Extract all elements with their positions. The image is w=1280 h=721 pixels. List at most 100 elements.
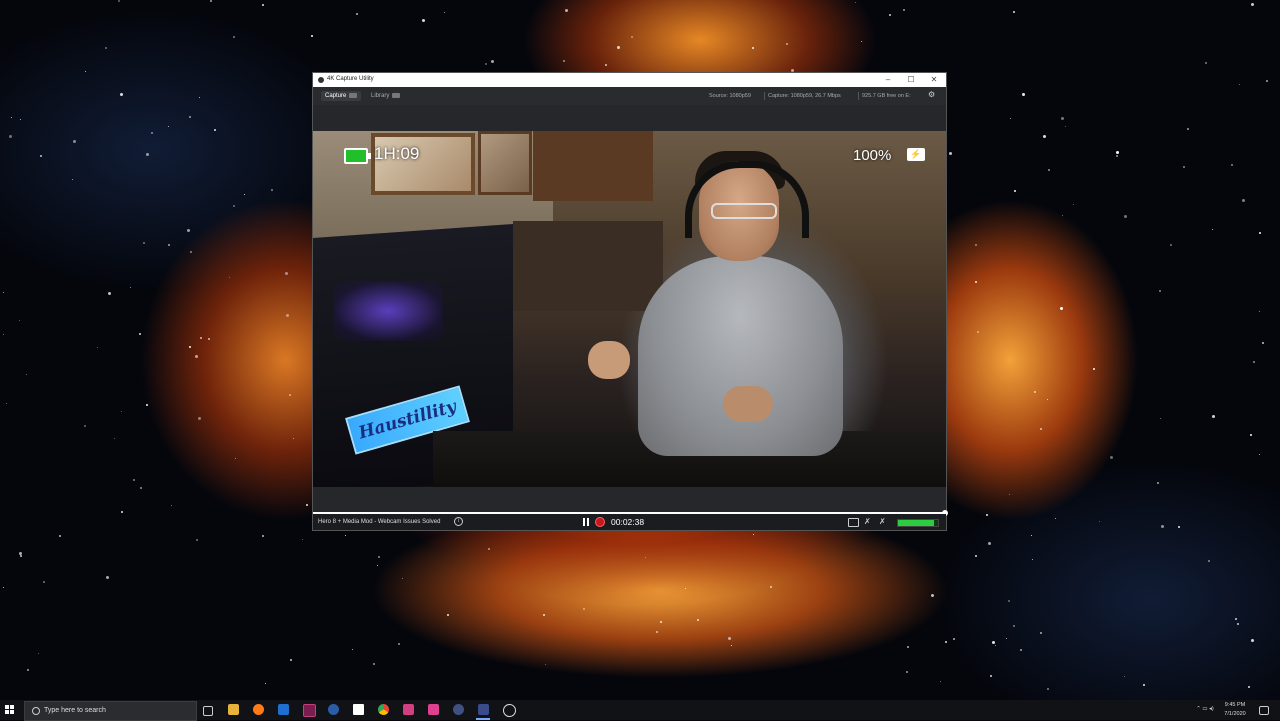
notification-icon[interactable] — [1259, 706, 1269, 715]
star — [9, 135, 12, 138]
star — [1010, 118, 1011, 119]
title-bar[interactable]: 4K Capture Utility – ☐ ✕ — [313, 73, 946, 87]
divider — [858, 92, 859, 100]
file-explorer-icon[interactable] — [228, 704, 239, 715]
kitchen-cabinets — [533, 131, 653, 201]
task-view-icon[interactable] — [203, 706, 213, 716]
epic-games-icon[interactable] — [403, 704, 414, 715]
star — [293, 438, 294, 439]
star — [903, 9, 905, 11]
star — [945, 641, 947, 643]
steam-icon[interactable] — [328, 704, 339, 715]
audio-mute-icon[interactable]: ✗ — [879, 517, 888, 526]
star — [106, 576, 109, 579]
record-button[interactable] — [595, 517, 605, 527]
star — [728, 637, 731, 640]
star — [143, 242, 145, 244]
star — [290, 659, 292, 661]
tab-capture-label: Capture — [325, 93, 347, 99]
taskbar-search[interactable]: Type here to search — [24, 701, 197, 721]
star — [565, 9, 568, 12]
star — [20, 119, 21, 120]
star — [444, 12, 445, 13]
globe-icon[interactable] — [503, 704, 516, 717]
star — [977, 331, 979, 333]
capture-utility-taskbar-icon[interactable] — [478, 704, 489, 715]
tab-library[interactable]: Library — [367, 91, 404, 101]
windows-start-icon[interactable] — [5, 705, 15, 715]
capture-utility-window: 4K Capture Utility – ☐ ✕ Capture Library… — [313, 73, 948, 530]
star — [1013, 625, 1015, 627]
star — [1250, 434, 1252, 436]
star — [59, 535, 61, 537]
star — [753, 534, 754, 535]
star — [1008, 600, 1010, 602]
star — [1099, 521, 1100, 522]
info-icon[interactable]: i — [454, 517, 463, 526]
tab-capture[interactable]: Capture — [321, 91, 362, 101]
star — [975, 281, 977, 283]
minimize-button[interactable]: – — [877, 73, 899, 87]
maximize-button[interactable]: ☐ — [900, 73, 922, 87]
star — [3, 292, 4, 293]
close-button[interactable]: ✕ — [923, 73, 945, 87]
star — [40, 155, 42, 157]
star — [485, 63, 487, 65]
star — [1170, 244, 1172, 246]
clock-date[interactable]: 7/1/2020 — [1215, 711, 1255, 717]
firefox-icon[interactable] — [253, 704, 264, 715]
obs-icon[interactable] — [353, 704, 364, 715]
star — [1212, 229, 1213, 230]
chrome-icon[interactable] — [378, 704, 389, 715]
recording-title: Hero 8 + Media Mod - Webcam Issues Solve… — [318, 519, 441, 525]
star — [289, 394, 291, 396]
star — [373, 663, 375, 665]
star — [345, 535, 346, 536]
star — [271, 189, 273, 191]
gear-icon[interactable]: ⚙ — [928, 91, 936, 99]
star — [130, 287, 131, 288]
star — [1116, 151, 1119, 154]
star — [352, 649, 353, 650]
star — [605, 64, 607, 66]
star — [1248, 686, 1250, 688]
star — [1009, 494, 1010, 495]
star — [19, 320, 20, 321]
star — [133, 479, 135, 481]
star — [855, 2, 856, 3]
library-tab-icon — [392, 92, 401, 98]
star — [1208, 560, 1210, 562]
star — [685, 588, 686, 589]
clock-time[interactable]: 9:45 PM — [1215, 702, 1255, 708]
star — [3, 334, 4, 335]
microphone-mute-icon[interactable]: ✗ — [864, 517, 873, 526]
star — [1047, 688, 1049, 690]
app-pink-icon[interactable] — [428, 704, 439, 715]
snapshot-icon[interactable] — [848, 518, 859, 527]
star — [1187, 128, 1189, 130]
free-space-info: 925.7 GB free on E: — [862, 93, 911, 99]
star — [583, 608, 585, 610]
star — [139, 333, 141, 335]
star — [1235, 618, 1237, 620]
pc-rgb-glow — [333, 281, 443, 341]
photoshop-icon[interactable] — [278, 704, 289, 715]
star — [988, 542, 991, 545]
star — [11, 117, 12, 118]
visual-studio-icon[interactable] — [303, 704, 316, 717]
star — [1239, 84, 1240, 85]
star — [1160, 418, 1161, 419]
star — [208, 338, 210, 340]
wall-painting — [478, 131, 532, 195]
star — [1159, 290, 1161, 292]
star — [189, 116, 191, 118]
audio-level-meter — [897, 519, 939, 527]
app-blue-icon[interactable] — [453, 704, 464, 715]
pause-button[interactable] — [583, 518, 589, 526]
star — [1259, 454, 1260, 455]
star — [1157, 482, 1159, 484]
star — [118, 0, 120, 2]
star — [377, 565, 378, 566]
star — [168, 244, 170, 246]
star — [563, 60, 565, 62]
